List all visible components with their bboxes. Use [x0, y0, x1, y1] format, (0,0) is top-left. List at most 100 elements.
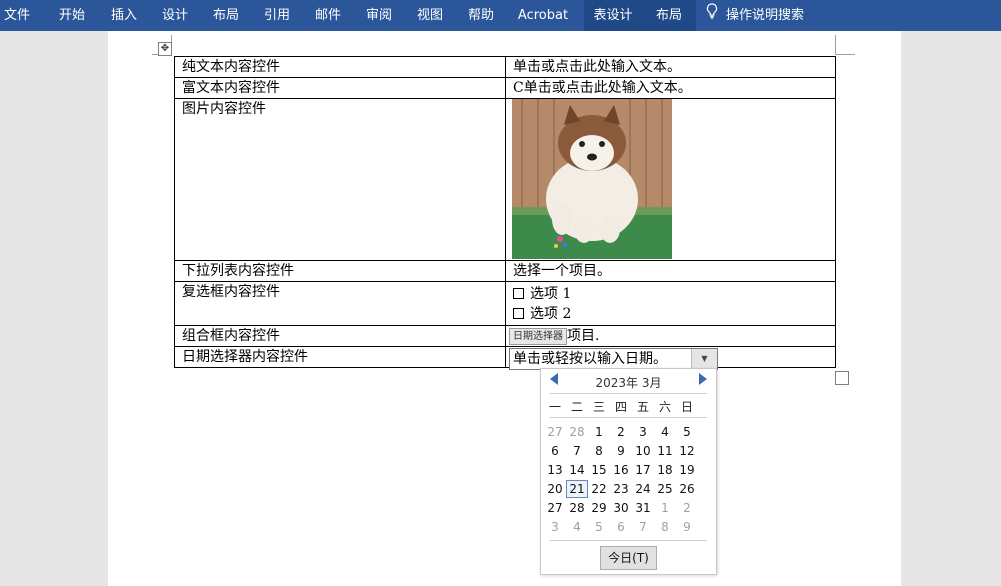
calendar-day[interactable]: 21	[566, 480, 588, 498]
document-page: ✥ 纯文本内容控件 单击或点击此处输入文本。 富文本内容控件 C单击或点击此处输…	[108, 31, 901, 586]
tab-table-design[interactable]: 表设计	[584, 0, 642, 31]
calendar-day[interactable]: 20	[544, 480, 566, 498]
weekday-header: 四	[614, 400, 627, 414]
weekday-header: 五	[636, 400, 649, 414]
table-row: 富文本内容控件 C单击或点击此处输入文本。	[174, 77, 836, 99]
calendar-day[interactable]: 13	[544, 461, 566, 479]
table-move-handle-icon[interactable]: ✥	[158, 42, 172, 56]
tab-review[interactable]: 审阅	[359, 0, 399, 31]
weekday-header: 一	[548, 400, 561, 414]
calendar-day[interactable]: 8	[588, 442, 610, 460]
tab-view[interactable]: 视图	[410, 0, 450, 31]
calendar-month-label[interactable]: 2023年 3月	[541, 374, 716, 392]
weekday-header: 六	[658, 400, 671, 414]
row-label: 图片内容控件	[174, 98, 506, 261]
table-row: 图片内容控件	[174, 98, 836, 261]
calendar-day[interactable]: 1	[654, 499, 676, 517]
calendar-day[interactable]: 28	[566, 499, 588, 517]
rich-text-control[interactable]: C单击或点击此处输入文本。	[505, 77, 836, 99]
calendar-day[interactable]: 2	[610, 423, 632, 441]
calendar-day[interactable]: 26	[676, 480, 698, 498]
tab-table-layout[interactable]: 布局	[642, 0, 696, 31]
calendar-day[interactable]: 17	[632, 461, 654, 479]
checkbox-option-1[interactable]: 选项 1	[513, 284, 828, 304]
calendar-day[interactable]: 3	[544, 518, 566, 536]
next-month-arrow-icon[interactable]	[699, 373, 707, 385]
picture-control[interactable]	[505, 98, 836, 261]
checkbox-option-2[interactable]: 选项 2	[513, 304, 828, 324]
calendar-day[interactable]: 12	[676, 442, 698, 460]
date-picker-calendar: 2023年 3月 一二三四五六日 27 28 1 2 3 4 5 6 7 8 9 10 11 12 13 14…	[540, 368, 717, 575]
dropdown-list-control[interactable]: 选择一个项目。	[505, 260, 836, 282]
table-resize-handle[interactable]	[835, 371, 849, 385]
checkbox-option-label: 选项 2	[530, 306, 572, 322]
tell-me-search[interactable]: 操作说明搜索	[706, 0, 804, 31]
content-control-tag[interactable]: 日期选择器	[509, 328, 567, 345]
calendar-day[interactable]: 6	[544, 442, 566, 460]
calendar-day[interactable]: 5	[676, 423, 698, 441]
tab-help[interactable]: 帮助	[461, 0, 501, 31]
calendar-day[interactable]: 14	[566, 461, 588, 479]
tab-design[interactable]: 设计	[155, 0, 195, 31]
calendar-day[interactable]: 30	[610, 499, 632, 517]
checkbox-icon[interactable]	[513, 308, 524, 319]
calendar-day[interactable]: 5	[588, 518, 610, 536]
calendar-day[interactable]: 25	[654, 480, 676, 498]
row-label: 日期选择器内容控件	[174, 346, 506, 368]
calendar-day[interactable]: 24	[632, 480, 654, 498]
tab-insert[interactable]: 插入	[104, 0, 144, 31]
calendar-day[interactable]: 22	[588, 480, 610, 498]
combo-box-control[interactable]: 日期选择器 项目.	[505, 325, 836, 347]
calendar-day[interactable]: 1	[588, 423, 610, 441]
calendar-day[interactable]: 7	[566, 442, 588, 460]
checkbox-control-cell: 选项 1 选项 2	[505, 281, 836, 326]
tab-references[interactable]: 引用	[257, 0, 297, 31]
row-label: 复选框内容控件	[174, 281, 506, 326]
crop-mark-top-right	[835, 35, 855, 55]
calendar-day[interactable]: 8	[654, 518, 676, 536]
calendar-day[interactable]: 31	[632, 499, 654, 517]
calendar-day[interactable]: 10	[632, 442, 654, 460]
calendar-day[interactable]: 18	[654, 461, 676, 479]
dog-photo[interactable]	[512, 99, 672, 259]
calendar-day[interactable]: 11	[654, 442, 676, 460]
tab-file[interactable]: 文件	[0, 0, 34, 31]
ribbon-tab-bar: 文件 开始 插入 设计 布局 引用 邮件 审阅 视图 帮助 Acrobat 表设…	[0, 0, 1001, 31]
date-placeholder-text: 单击或轻按以输入日期。	[513, 351, 667, 367]
calendar-day[interactable]: 23	[610, 480, 632, 498]
divider	[550, 540, 707, 541]
calendar-day[interactable]: 3	[632, 423, 654, 441]
tab-mailings[interactable]: 邮件	[308, 0, 348, 31]
today-button[interactable]: 今日(T)	[600, 546, 657, 570]
row-label: 组合框内容控件	[174, 325, 506, 347]
calendar-day[interactable]: 15	[588, 461, 610, 479]
calendar-day[interactable]: 27	[544, 499, 566, 517]
tab-acrobat[interactable]: Acrobat	[512, 0, 574, 31]
calendar-day[interactable]: 9	[676, 518, 698, 536]
dropdown-arrow-button[interactable]: ▼	[691, 349, 717, 369]
calendar-day[interactable]: 2	[676, 499, 698, 517]
checkbox-icon[interactable]	[513, 288, 524, 299]
table-row: 纯文本内容控件 单击或点击此处输入文本。	[174, 56, 836, 78]
calendar-day[interactable]: 28	[566, 423, 588, 441]
row-label: 纯文本内容控件	[174, 56, 506, 78]
calendar-day[interactable]: 6	[610, 518, 632, 536]
table-row: 日期选择器内容控件	[174, 346, 836, 368]
divider	[550, 417, 707, 418]
table-row: 复选框内容控件 选项 1 选项 2	[174, 281, 836, 326]
divider	[550, 393, 707, 394]
calendar-day[interactable]: 16	[610, 461, 632, 479]
calendar-day[interactable]: 27	[544, 423, 566, 441]
calendar-day[interactable]: 4	[566, 518, 588, 536]
calendar-day[interactable]: 9	[610, 442, 632, 460]
plain-text-control[interactable]: 单击或点击此处输入文本。	[505, 56, 836, 78]
calendar-day[interactable]: 4	[654, 423, 676, 441]
tab-home[interactable]: 开始	[52, 0, 92, 31]
date-picker-control[interactable]: 单击或轻按以输入日期。 ▼	[509, 348, 718, 370]
calendar-day[interactable]: 29	[588, 499, 610, 517]
content-controls-table: 纯文本内容控件 单击或点击此处输入文本。 富文本内容控件 C单击或点击此处输入文…	[174, 56, 836, 368]
calendar-day[interactable]: 19	[676, 461, 698, 479]
calendar-day[interactable]: 7	[632, 518, 654, 536]
tab-layout[interactable]: 布局	[206, 0, 246, 31]
lightbulb-icon	[706, 0, 718, 31]
